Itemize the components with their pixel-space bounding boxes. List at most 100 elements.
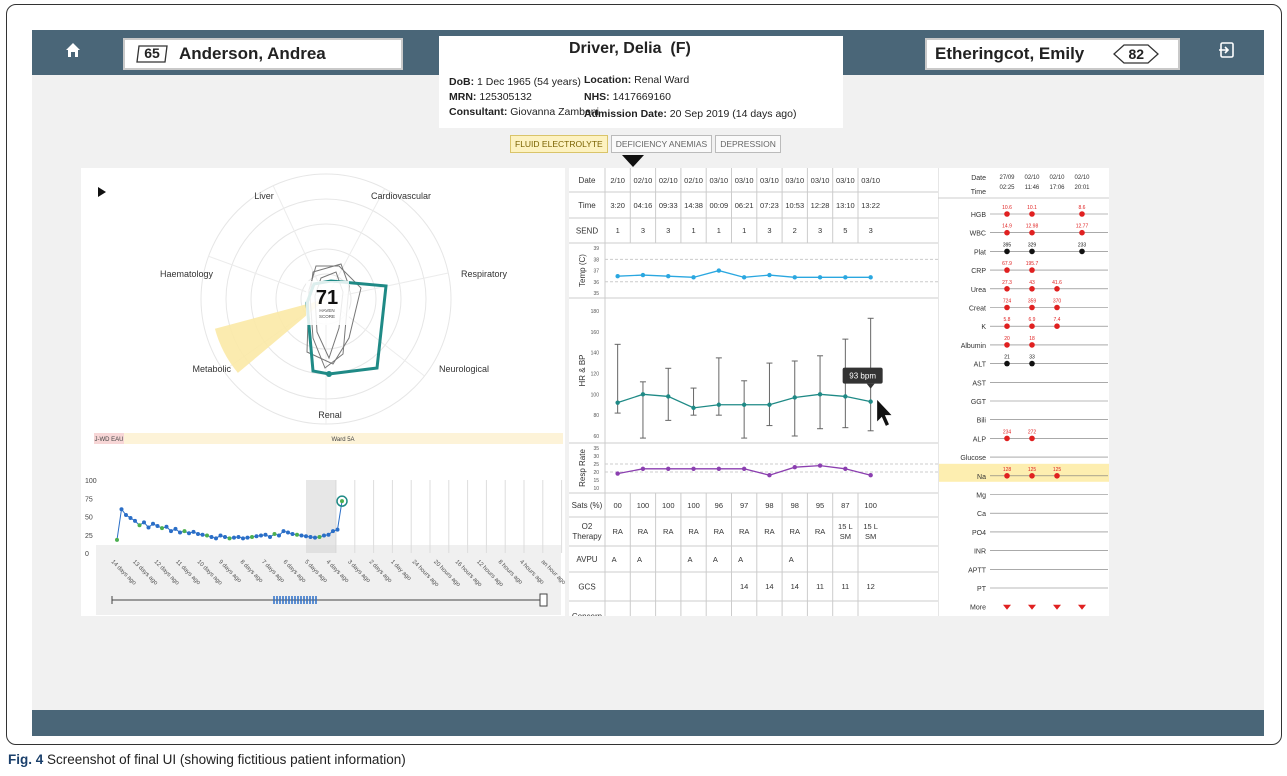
hr-point	[843, 394, 848, 399]
obs-date: 03/10	[760, 176, 779, 185]
hr-point	[691, 405, 696, 411]
logout-icon[interactable]	[1218, 41, 1236, 59]
trend-point	[160, 526, 164, 531]
observations-panel: Date Time SEND Temp (C) HR & BP Resp Rate Sats…	[569, 168, 960, 616]
trend-point	[155, 523, 160, 528]
next-patient-name: Etheringcot, Emily	[935, 44, 1085, 63]
lab-results-panel: Date Time 27/09 02/10 02/10 02/10 02:25 11:46 17…	[938, 168, 1109, 616]
trend-point	[322, 533, 326, 538]
obs-date: 2/10	[610, 176, 625, 185]
caption-text: Screenshot of final UI (showing fictitio…	[47, 752, 406, 767]
obs-date: 03/10	[861, 176, 880, 185]
lab-value: 43	[1029, 280, 1035, 286]
trend-y-tick: 0	[85, 551, 89, 558]
lab-point	[1029, 229, 1035, 236]
lab-test-name: Plat	[974, 249, 986, 256]
obs-gcs: 11	[816, 582, 824, 591]
radar-axis-label: Haematology	[160, 269, 214, 279]
obs-row-label: HR & BP	[578, 354, 587, 386]
mrn-value: 125305132	[479, 91, 532, 103]
figure-frame: 65 Anderson, Andrea Etheringcot, Emily 8…	[6, 4, 1282, 745]
trend-point	[299, 533, 304, 538]
lab-value: 8.6	[1079, 205, 1086, 211]
lab-test-name: Na	[977, 474, 986, 481]
obs-time: 13:22	[861, 201, 880, 210]
trend-point	[331, 529, 335, 534]
obs-date: 02/10	[634, 176, 653, 185]
trend-point	[200, 532, 205, 537]
obs-gcs: 14	[791, 582, 799, 591]
figure-caption: Fig. 4 Screenshot of final UI (showing f…	[8, 752, 406, 767]
hr-point	[666, 394, 671, 399]
lab-point	[1004, 304, 1010, 311]
tab-fluid-electrolyte[interactable]: FLUID ELECTROLYTE	[510, 135, 608, 153]
lab-value: 125	[1053, 467, 1062, 473]
radar-axis-label: Renal	[318, 410, 342, 420]
tab-depression[interactable]: DEPRESSION	[715, 135, 781, 153]
lab-value: 7.4	[1054, 317, 1061, 323]
play-icon[interactable]	[98, 187, 106, 197]
obs-row-label: Resp Rate	[578, 449, 587, 487]
trend-now-shade	[306, 480, 336, 553]
range-slider-handle[interactable]	[539, 593, 548, 607]
lab-value: 195.7	[1026, 261, 1039, 267]
lab-test-name: GGT	[971, 399, 987, 406]
lab-point	[1029, 435, 1035, 442]
next-patient-button[interactable]: Etheringcot, Emily 82	[925, 38, 1180, 70]
obs-send-score: 3	[641, 226, 645, 235]
obs-row-label: Temp (C)	[578, 254, 587, 287]
previous-patient-score-text: 65	[144, 45, 160, 61]
obs-o2: 15 L	[838, 522, 853, 531]
location-value: Renal Ward	[634, 74, 690, 86]
trend-point	[286, 530, 290, 535]
lab-value: 233	[1078, 242, 1087, 248]
lab-point	[1004, 342, 1010, 348]
previous-patient-button[interactable]: 65 Anderson, Andrea	[123, 38, 403, 70]
lab-time-label: Time	[971, 189, 986, 196]
lab-point	[1029, 342, 1035, 348]
lab-test-name: WBC	[970, 231, 986, 238]
timeline-shade	[96, 545, 561, 615]
lab-value: 12.77	[1076, 224, 1089, 230]
trend-point	[218, 533, 223, 538]
mrn-label: MRN:	[449, 91, 477, 103]
lab-point	[1054, 286, 1060, 292]
trend-point	[169, 529, 173, 534]
home-icon[interactable]	[64, 41, 82, 59]
trend-point	[254, 534, 259, 539]
obs-gcs: 12	[866, 582, 874, 591]
resp-tick: 30	[593, 454, 599, 460]
obs-send-score: 1	[616, 226, 620, 235]
previous-patient-name: Anderson, Andrea	[179, 44, 326, 63]
lab-test-name: INR	[974, 549, 986, 556]
lab-test-name: K	[981, 324, 986, 331]
hr-tick: 80	[593, 413, 599, 419]
trend-point	[317, 534, 322, 539]
tab-deficiency-anemias[interactable]: DEFICIENCY ANEMIAS	[610, 135, 713, 153]
trend-point	[133, 518, 137, 523]
obs-send-score: 3	[666, 226, 670, 235]
temp-point	[741, 275, 747, 280]
hr-point	[868, 399, 873, 404]
trend-point	[304, 534, 308, 539]
temp-point	[843, 275, 848, 280]
nhs-value: 1417669160	[612, 91, 671, 103]
lab-point	[1029, 248, 1035, 255]
lab-point	[1004, 267, 1010, 273]
ward-label-eau: J-WD EAU	[95, 437, 124, 443]
lab-test-name: CRP	[971, 268, 986, 275]
trend-point	[178, 530, 182, 535]
lab-point	[1029, 304, 1035, 311]
hr-tick: 180	[591, 309, 600, 315]
resp-point	[666, 466, 671, 471]
obs-avpu: A	[789, 555, 794, 564]
hr-point	[792, 395, 797, 400]
obs-time: 06:21	[735, 201, 754, 210]
obs-o2: RA	[638, 527, 648, 536]
admission-label: Admission Date:	[584, 108, 667, 120]
trend-point	[232, 535, 236, 540]
resp-point	[716, 466, 722, 471]
lab-time: 11:46	[1025, 185, 1040, 191]
lab-time: 20:01	[1074, 185, 1090, 191]
obs-time: 3:20	[610, 201, 625, 210]
